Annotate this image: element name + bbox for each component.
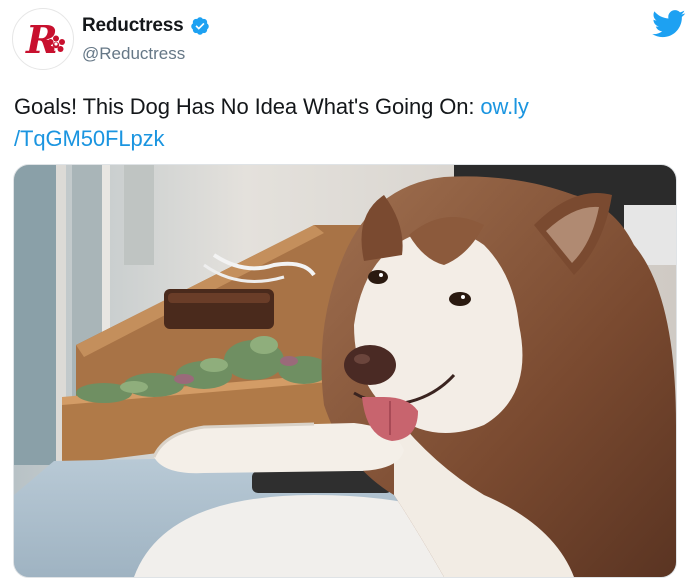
author-name-row: Reductress — [82, 15, 210, 37]
verified-badge-icon — [190, 16, 210, 36]
author-handle[interactable]: @Reductress — [82, 44, 185, 64]
reductress-logo-icon: R — [25, 17, 65, 62]
svg-text:R: R — [25, 17, 58, 62]
tweet-text: Goals! This Dog Has No Idea What's Going… — [14, 91, 674, 155]
author-avatar[interactable]: R — [12, 8, 74, 70]
twitter-bird-icon[interactable] — [652, 10, 686, 38]
author-display-name[interactable]: Reductress — [82, 15, 184, 37]
tweet-media-photo[interactable] — [13, 164, 677, 578]
husky-dog-photo — [14, 165, 676, 577]
tweet-link-domain: ow.ly — [480, 94, 529, 119]
tweet-link-path: /TqGM50FLpzk — [14, 126, 165, 151]
tweet-body-text: Goals! This Dog Has No Idea What's Going… — [14, 94, 481, 119]
tweet-card: R Reductress @Reductress Goals! This Dog… — [0, 0, 700, 585]
